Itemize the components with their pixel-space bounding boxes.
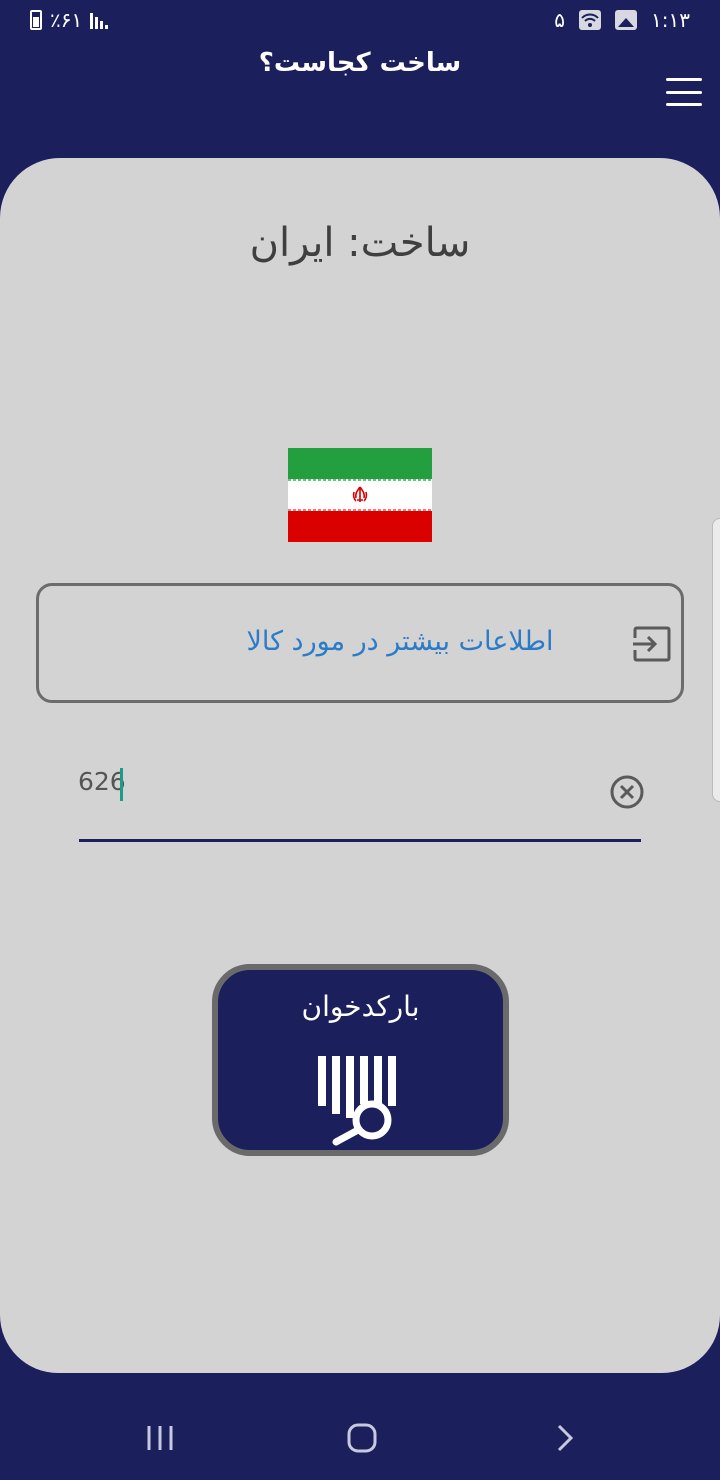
notification-count: ۵ xyxy=(554,8,566,32)
more-info-button[interactable]: اطلاعات بیشتر در مورد کالا xyxy=(36,583,684,703)
signal-icon xyxy=(90,11,109,29)
more-info-label: اطلاعات بیشتر در مورد کالا xyxy=(246,626,554,657)
app-title: ساخت کجاست؟ xyxy=(258,48,462,78)
wifi-icon xyxy=(579,10,602,30)
iran-flag xyxy=(288,448,432,542)
input-underline xyxy=(79,839,641,842)
back-icon[interactable] xyxy=(546,1420,586,1456)
app-bar: ساخت کجاست؟ xyxy=(0,44,720,134)
barcode-search-icon xyxy=(318,1056,396,1146)
system-nav-bar xyxy=(0,1380,720,1480)
result-card: ساخت: ایران اطلاعات بیشتر در مورد کالا ب… xyxy=(0,158,720,1373)
status-bar: ٪۶۱ ۵ ۱:۱۳ xyxy=(0,0,720,44)
clear-circle-icon[interactable] xyxy=(609,774,645,810)
barcode-scanner-button[interactable]: بارکدخوان xyxy=(212,964,509,1156)
battery-icon xyxy=(30,10,42,30)
exit-to-app-icon xyxy=(633,626,671,662)
scan-button-label: بارکدخوان xyxy=(301,990,420,1023)
status-left: ٪۶۱ xyxy=(30,8,109,32)
status-right: ۵ ۱:۱۳ xyxy=(554,8,690,32)
home-icon[interactable] xyxy=(342,1420,382,1456)
made-in-country: ساخت: ایران xyxy=(249,220,471,266)
recents-icon[interactable] xyxy=(140,1420,180,1456)
battery-percent: ٪۶۱ xyxy=(50,8,83,32)
emblem-icon xyxy=(352,486,368,503)
gallery-icon xyxy=(615,10,638,30)
barcode-input[interactable] xyxy=(78,756,558,806)
edge-panel-handle[interactable] xyxy=(712,518,720,802)
clock: ۱:۱۳ xyxy=(651,8,690,32)
text-caret xyxy=(120,768,123,801)
hamburger-menu-icon[interactable] xyxy=(666,78,702,106)
